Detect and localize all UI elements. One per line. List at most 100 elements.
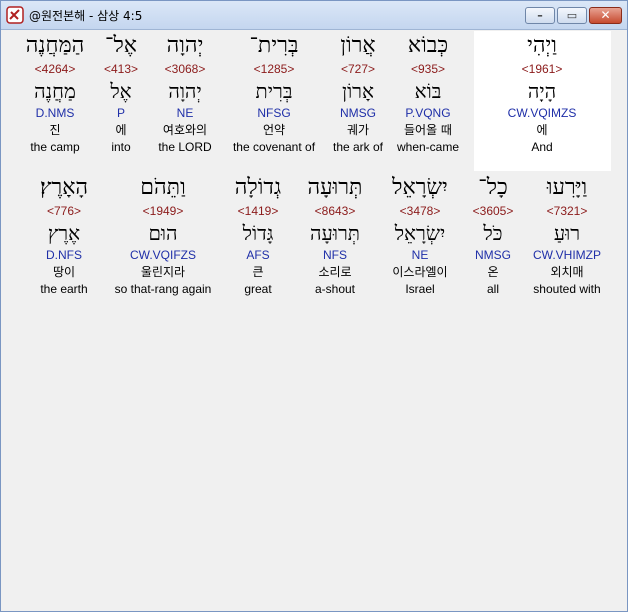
hebrew-lemma: הָיָה xyxy=(527,79,557,103)
hebrew-word: וַתֵּהֹם xyxy=(140,175,186,200)
hebrew-word: יִשְׂרָאֵל xyxy=(392,175,448,200)
korean-gloss: 궤가 xyxy=(346,123,370,137)
english-gloss: the LORD xyxy=(158,140,212,154)
close-icon: ✕ xyxy=(600,8,611,22)
word-block[interactable]: אֶל־ <413> אֶל P 에 into xyxy=(95,31,147,155)
strong-number[interactable]: <776> xyxy=(25,203,103,219)
korean-gloss: 온 xyxy=(487,265,499,279)
hebrew-lemma: אָרוֹן xyxy=(341,79,375,103)
parsing-code: NE xyxy=(176,106,194,120)
maximize-button[interactable]: ▭ xyxy=(557,7,587,24)
word-block[interactable]: אֲרוֹן <727> אָרוֹן NMSG 궤가 the ark of xyxy=(325,31,391,155)
parsing-code: NE xyxy=(411,248,429,262)
hebrew-word: גְדוֹלָה xyxy=(234,175,282,200)
parsing-code: AFS xyxy=(246,248,270,262)
hebrew-word: כְּבוֹא xyxy=(407,33,449,58)
english-gloss: a-shout xyxy=(314,282,356,296)
maximize-icon: ▭ xyxy=(566,9,578,22)
word-block[interactable]: וַיְהִי <1961> הָיָה CW.VQIMZS 에 And xyxy=(477,31,607,155)
strong-number[interactable]: <1285> xyxy=(227,61,321,77)
hebrew-word: יְהוָה xyxy=(166,33,204,58)
korean-gloss: 울린지라 xyxy=(140,265,186,279)
word-block[interactable]: וַיָּרִעוּ <7321> רוּעַ CW.VHIMZP 외치매 sh… xyxy=(523,173,611,297)
hebrew-lemma: בְּרִית xyxy=(255,79,293,103)
parsing-code: D.NMS xyxy=(35,106,75,120)
app-window: @원전본해 - 삼상 4:5 – ▭ ✕ וַיְהִי <1961> הָיָ… xyxy=(0,0,628,612)
korean-gloss: 큰 xyxy=(252,265,264,279)
korean-gloss: 에 xyxy=(536,123,548,137)
parsing-code: P xyxy=(116,106,125,120)
strong-number[interactable]: <8643> xyxy=(297,203,373,219)
hebrew-word: תְּרוּעָה xyxy=(307,175,363,200)
hebrew-lemma: מַחֲנֶה xyxy=(34,79,76,103)
korean-gloss: 언약 xyxy=(262,123,286,137)
strong-number[interactable]: <935> xyxy=(391,61,465,77)
parsing-code: NFSG xyxy=(257,106,291,120)
word-block[interactable]: הָאָרֶץ׃ <776> אֶרֶץ D.NFS 땅이 the earth xyxy=(25,173,103,297)
hebrew-lemma: אֶרֶץ xyxy=(47,221,81,245)
word-block[interactable]: יִשְׂרָאֵל <3478> יִשְׂרָאֵל NE 이스라엘이 Is… xyxy=(377,173,463,297)
hebrew-lemma: הוּם xyxy=(148,221,178,245)
hebrew-lemma: תְּרוּעָה xyxy=(310,221,360,245)
english-gloss: great xyxy=(244,282,272,296)
word-block[interactable]: וַתֵּהֹם <1949> הוּם CW.VQIFZS 울린지라 so t… xyxy=(107,173,219,297)
english-gloss: into xyxy=(111,140,131,154)
hebrew-word: הָאָרֶץ׃ xyxy=(39,175,89,200)
english-gloss: so that-rang again xyxy=(114,282,212,296)
strong-number[interactable]: <1419> xyxy=(223,203,293,219)
strong-number[interactable]: <727> xyxy=(325,61,391,77)
minimize-button[interactable]: – xyxy=(525,7,555,24)
strong-number[interactable]: <413> xyxy=(95,61,147,77)
title-bar[interactable]: @원전본해 - 삼상 4:5 – ▭ ✕ xyxy=(1,1,627,30)
strong-number[interactable]: <1961> xyxy=(477,61,607,77)
hebrew-word: אֶל־ xyxy=(105,33,137,58)
parsing-code: P.VQNG xyxy=(405,106,451,120)
word-block[interactable]: יְהוָה <3068> יְהוָה NE 여호와의 the LORD xyxy=(149,31,221,155)
korean-gloss: 여호와의 xyxy=(162,123,208,137)
strong-number[interactable]: <3605> xyxy=(467,203,519,219)
parsing-code: CW.VQIFZS xyxy=(130,248,196,262)
parsing-code: D.NFS xyxy=(46,248,82,262)
hebrew-lemma: בּוֹא xyxy=(414,79,442,103)
hebrew-lemma: רוּעַ xyxy=(553,221,581,245)
strong-number[interactable]: <1949> xyxy=(107,203,219,219)
korean-gloss: 이스라엘이 xyxy=(392,265,448,279)
app-icon xyxy=(6,6,24,24)
parsing-code: NFS xyxy=(323,248,347,262)
strong-number[interactable]: <3068> xyxy=(149,61,221,77)
strong-number[interactable]: <4264> xyxy=(15,61,95,77)
english-gloss: all xyxy=(486,282,499,296)
english-gloss: shouted with xyxy=(533,282,601,296)
english-gloss: the ark of xyxy=(332,140,384,154)
word-block[interactable]: כָל־ <3605> כֹּל NMSG 온 all xyxy=(467,173,519,297)
korean-gloss: 에 xyxy=(115,123,127,137)
strong-number[interactable]: <7321> xyxy=(523,203,611,219)
word-block[interactable]: בְּרִית־ <1285> בְּרִית NFSG 언약 the cove… xyxy=(227,31,321,155)
hebrew-word: בְּרִית־ xyxy=(249,33,299,58)
korean-gloss: 외치매 xyxy=(550,265,584,279)
hebrew-lemma: יִשְׂרָאֵל xyxy=(394,221,446,245)
close-button[interactable]: ✕ xyxy=(589,7,622,24)
word-block[interactable]: הַמַּחֲנֶה <4264> מַחֲנֶה D.NMS 진 the ca… xyxy=(15,31,95,155)
english-gloss: And xyxy=(531,140,553,154)
strong-number[interactable]: <3478> xyxy=(377,203,463,219)
parsing-code: NMSG xyxy=(340,106,376,120)
hebrew-word: וַיָּרִעוּ xyxy=(546,175,588,200)
interlinear-panel: וַיְהִי <1961> הָיָה CW.VQIMZS 에 And כְּ… xyxy=(7,31,623,607)
word-block[interactable]: תְּרוּעָה <8643> תְּרוּעָה NFS 소리로 a-sho… xyxy=(297,173,373,297)
word-block[interactable]: גְדוֹלָה <1419> גָּדוֹל AFS 큰 great xyxy=(223,173,293,297)
korean-gloss: 진 xyxy=(49,123,61,137)
parsing-code: CW.VQIMZS xyxy=(507,106,577,120)
english-gloss: when-came xyxy=(396,140,460,154)
english-gloss: the covenant of xyxy=(232,140,316,154)
english-gloss: the camp xyxy=(30,140,80,154)
minimize-icon: – xyxy=(537,9,543,22)
korean-gloss: 땅이 xyxy=(52,265,76,279)
word-block[interactable]: כְּבוֹא <935> בּוֹא P.VQNG 들어올 때 when-ca… xyxy=(391,31,465,155)
english-gloss: the earth xyxy=(40,282,88,296)
parsing-code: CW.VHIMZP xyxy=(533,248,601,262)
korean-gloss: 소리로 xyxy=(318,265,352,279)
hebrew-word: הַמַּחֲנֶה xyxy=(25,33,85,58)
korean-gloss: 들어올 때 xyxy=(404,123,452,137)
english-gloss: Israel xyxy=(405,282,435,296)
